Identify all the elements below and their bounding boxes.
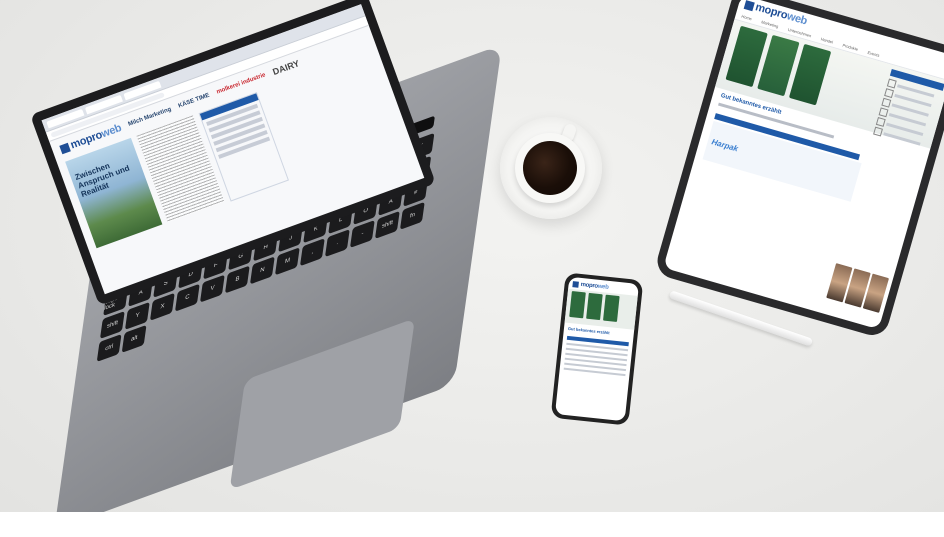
logo-mark-icon xyxy=(743,0,755,11)
document-icon xyxy=(881,97,892,108)
document-icon xyxy=(886,78,897,89)
product-scene: esc1234567890ß´tabQWERTZUIOPÜ+caps lockA… xyxy=(0,0,944,537)
nav-item: Handel xyxy=(820,36,834,45)
document-icon xyxy=(875,117,886,127)
document-icon xyxy=(878,107,889,118)
phone-screen: moproweb Gut bekanntes erzählt xyxy=(554,276,640,422)
milk-carton xyxy=(603,294,620,322)
people-photos xyxy=(826,263,890,313)
nav-item: Home xyxy=(740,13,753,22)
document-icon xyxy=(884,88,894,99)
partner-brand: KÄSE TIME xyxy=(177,92,211,110)
milk-carton xyxy=(586,292,603,321)
partner-brand: DAIRY xyxy=(271,58,301,78)
milk-carton xyxy=(569,291,586,319)
logo-mark-icon xyxy=(572,281,579,288)
coffee xyxy=(523,141,577,195)
phone: moproweb Gut bekanntes erzählt xyxy=(550,272,644,426)
document-icon xyxy=(873,126,883,137)
bottom-band xyxy=(0,512,944,537)
magazine-title: Zwischen Anspruch und Realität xyxy=(73,161,131,199)
nav-item: Events xyxy=(867,49,881,58)
ad-logo: Harpak xyxy=(710,136,740,153)
logo-accent-text: web xyxy=(99,121,124,141)
logo-mark-icon xyxy=(59,142,71,154)
